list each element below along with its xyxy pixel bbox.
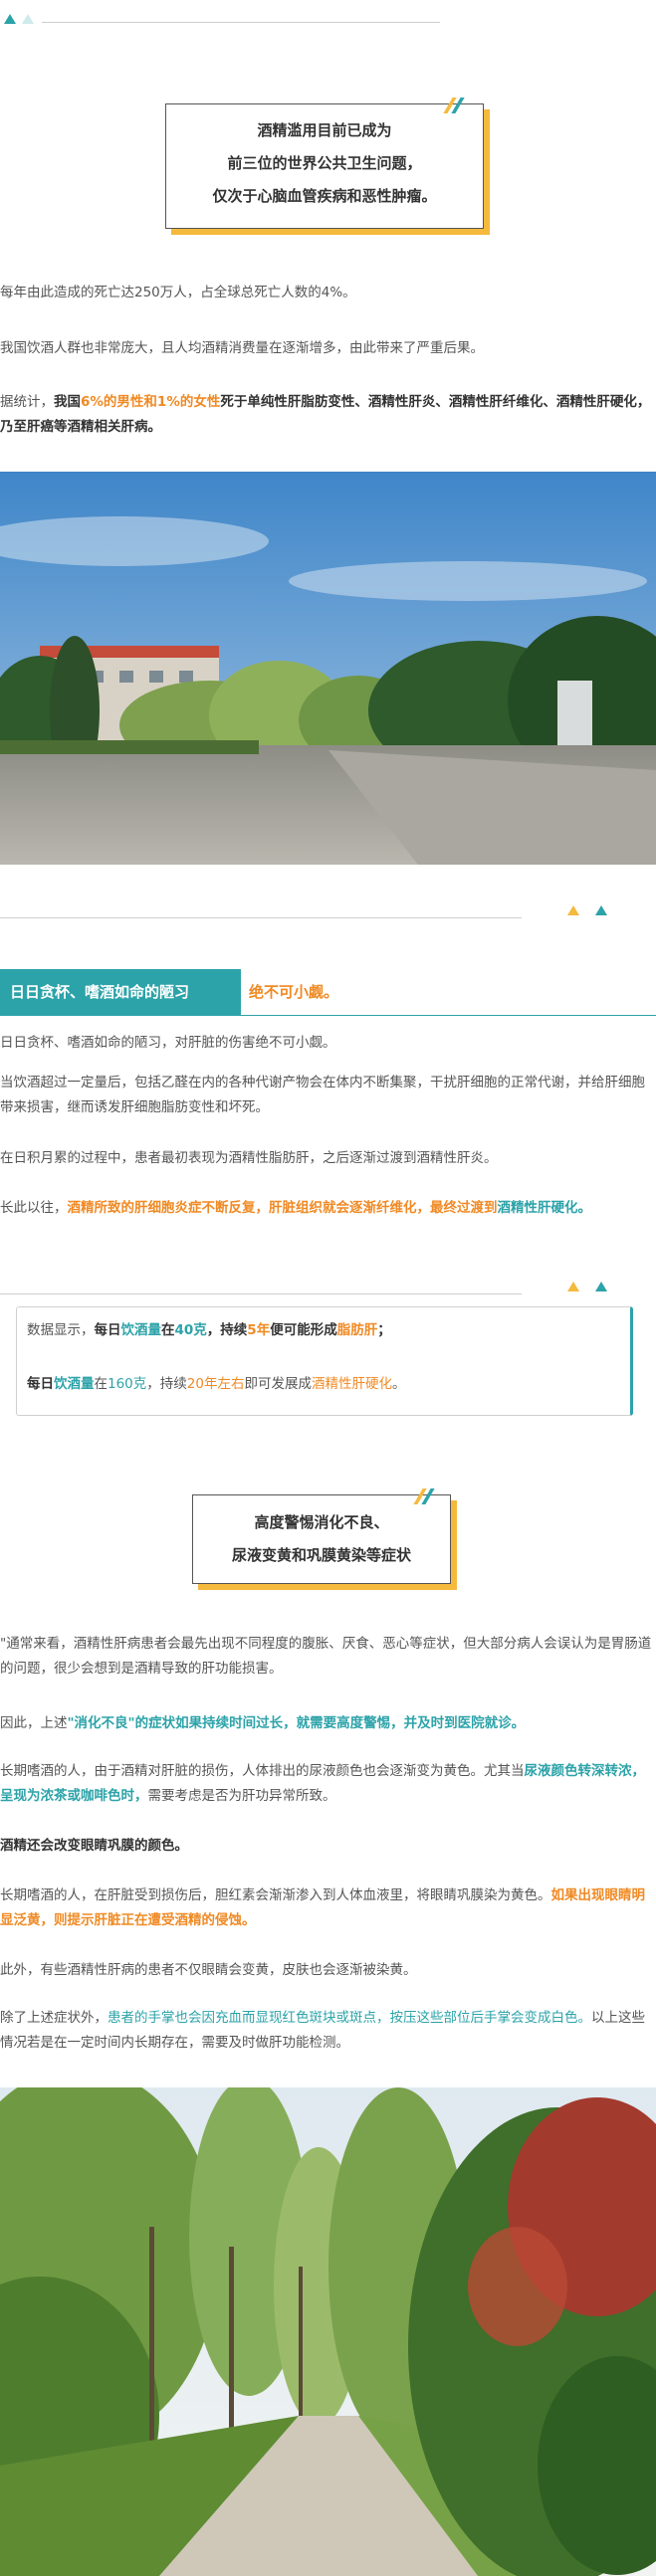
section2-paragraph: 长期嗜酒的人，在肝脏受到损伤后，胆红素会渐渐渗入到人体血液里，将眼睛巩膜染为黄色… — [0, 1887, 645, 1928]
triangle-icon — [567, 905, 579, 915]
path-photo — [0, 2087, 656, 2576]
section1-paragraph: 日日贪杯、嗜酒如命的陋习，对肝脏的伤害绝不可小觑。 — [0, 1035, 336, 1051]
intro-title-line: 酒精滥用目前已成为 — [257, 121, 392, 139]
top-divider — [0, 0, 656, 40]
section2-paragraph: 酒精还会改变眼睛巩膜的颜色。 — [0, 1838, 188, 1854]
section1-tag: 日日贪杯、嗜酒如命的陋习 — [0, 969, 241, 1015]
section2-paragraph: 除了上述症状外，患者的手掌也会因充血而显现红色斑块或斑点，按压这些部位后手掌会变… — [0, 2010, 645, 2051]
intro-paragraph: 我国饮酒人群也非常庞大，且人均酒精消费量在逐渐增多，由此带来了严重后果。 — [0, 340, 484, 356]
section1-paragraph: 长此以往，酒精所致的肝细胞炎症不断反复，肝脏组织就会逐渐纤维化，最终过渡到酒精性… — [0, 1200, 591, 1216]
section1-tag-suffix: 绝不可小觑。 — [249, 983, 339, 1001]
section2-paragraph: "通常来看，酒精性肝病患者会最先出现不同程度的腹胀、厌食、恶心等症状，但大部分病… — [0, 1636, 652, 1677]
section1-paragraph: 在日积月累的过程中，患者最初表现为酒精性脂肪肝，之后逐渐过渡到酒精性肝炎。 — [0, 1150, 498, 1166]
data-box-line1: 数据显示，每日饮酒量在40克，持续5年便可能形成脂肪肝； — [27, 1322, 391, 1338]
intro-title-line: 前三位的世界公共卫生问题， — [227, 154, 422, 172]
section1-heading: 日日贪杯、嗜酒如命的陋习 绝不可小觑。 — [0, 969, 656, 1016]
triangle-icon — [595, 1282, 607, 1291]
intro-paragraph: 每年由此造成的死亡达250万人，占全球总死亡人数的4%。 — [0, 285, 356, 300]
intro-paragraph: 据统计，我国6%的男性和1%的女性死于单纯性肝脂肪变性、酒精性肝炎、酒精性肝纤维… — [0, 394, 651, 435]
triangle-icon — [595, 905, 607, 915]
section2-paragraph: 长期嗜酒的人，由于酒精对肝脏的损伤，人体排出的尿液颜色也会逐渐变为黄色。尤其当尿… — [0, 1763, 645, 1804]
triangle-icon — [22, 14, 34, 24]
section2-paragraph: 此外，有些酒精性肝病的患者不仅眼睛会变黄，皮肤也会逐渐被染黄。 — [0, 1962, 417, 1978]
data-box-line2: 每日饮酒量在160克，持续20年左右即可发展成酒精性肝硬化。 — [27, 1376, 406, 1392]
section2-title-line: 高度警惕消化不良、 — [254, 1513, 389, 1531]
section2-paragraph: 因此，上述"消化不良"的症状如果持续时间过长，就需要高度警惕，并及时到医院就诊。 — [0, 1715, 526, 1731]
data-box: 数据显示，每日饮酒量在40克，持续5年便可能形成脂肪肝； 每日饮酒量在160克，… — [16, 1306, 633, 1416]
divider-line — [42, 22, 440, 23]
divider-line — [0, 917, 522, 918]
section2-title-line: 尿液变黄和巩膜黄染等症状 — [231, 1546, 411, 1564]
divider-line — [0, 1293, 522, 1294]
intro-title-line: 仅次于心脑血管疾病和恶性肿瘤。 — [212, 187, 437, 205]
hospital-photo — [0, 472, 656, 865]
section2-title-box: 高度警惕消化不良、 尿液变黄和巩膜黄染等症状 — [192, 1494, 451, 1584]
triangle-icon — [4, 14, 16, 24]
section1-paragraph: 当饮酒超过一定量后，包括乙醛在内的各种代谢产物会在体内不断集聚，干扰肝细胞的正常… — [0, 1075, 645, 1115]
intro-title-box: 酒精滥用目前已成为 前三位的世界公共卫生问题， 仅次于心脑血管疾病和恶性肿瘤。 — [165, 103, 484, 229]
triangle-icon — [567, 1282, 579, 1291]
